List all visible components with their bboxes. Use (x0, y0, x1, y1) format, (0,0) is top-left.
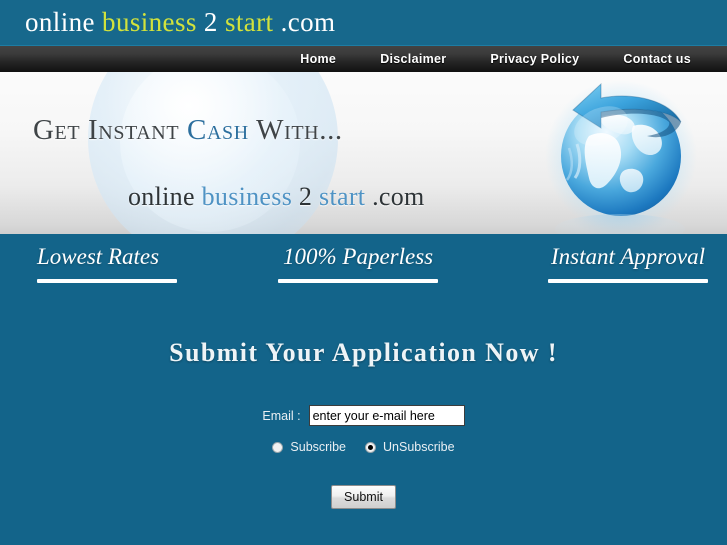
radio-subscribe-label[interactable]: Subscribe (290, 440, 346, 454)
hero-wordmark-start: start (319, 182, 366, 211)
feature-lowest-rates: Lowest Rates (37, 244, 177, 283)
globe-with-arrow-icon (545, 80, 697, 232)
feature-label: Instant Approval (551, 244, 705, 269)
nav-item-contact-us[interactable]: Contact us (623, 52, 691, 66)
hero-banner: Get Instant Cash With... online business… (0, 72, 727, 234)
form-title: Submit Your Application Now ! (169, 338, 558, 367)
site-header: online business 2 start .com (0, 0, 727, 45)
email-row: Email : (0, 405, 727, 426)
radio-unsubscribe-label[interactable]: UnSubscribe (383, 440, 455, 454)
feature-underline (278, 279, 438, 283)
logo-part-start: start (224, 7, 274, 37)
logo-part-com: .com (273, 7, 336, 37)
hero-headline-before: Get Instant (33, 114, 188, 146)
feature-paperless: 100% Paperless (278, 244, 438, 283)
hero-wordmark-two: 2 (292, 182, 320, 211)
email-input[interactable] (308, 405, 465, 426)
feature-label: 100% Paperless (283, 244, 434, 269)
radio-subscribe[interactable] (272, 441, 284, 453)
logo-part-two: 2 (196, 7, 225, 37)
email-label: Email : (262, 408, 301, 423)
hero-headline: Get Instant Cash With... (33, 114, 343, 147)
hero-headline-accent: Cash (187, 114, 249, 146)
radio-unsubscribe[interactable] (365, 441, 376, 453)
nav-item-disclaimer[interactable]: Disclaimer (380, 52, 446, 66)
feature-instant-approval: Instant Approval (548, 244, 708, 283)
subscription-options: Subscribe UnSubscribe (0, 440, 727, 454)
logo-part-online: online (25, 7, 103, 37)
hero-wordmark-business: business (201, 182, 293, 211)
hero-headline-after: With... (248, 114, 343, 146)
nav-item-home[interactable]: Home (300, 52, 336, 66)
submit-button[interactable]: Submit (331, 485, 396, 509)
hero-wordmark-online: online (128, 182, 202, 211)
submit-row: Submit (0, 485, 727, 509)
site-logo[interactable]: online business 2 start .com (25, 5, 335, 39)
feature-underline (37, 279, 177, 283)
feature-underline (548, 279, 708, 283)
application-form-section: Submit Your Application Now ! Email : Su… (0, 306, 727, 509)
logo-part-business: business (102, 7, 197, 37)
feature-strip: Lowest Rates 100% Paperless Instant Appr… (0, 234, 727, 306)
nav-item-privacy-policy[interactable]: Privacy Policy (490, 52, 579, 66)
hero-wordmark-com: .com (365, 182, 425, 211)
feature-label: Lowest Rates (37, 244, 160, 269)
main-navigation: Home Disclaimer Privacy Policy Contact u… (0, 45, 727, 72)
hero-wordmark: online business 2 start .com (128, 182, 425, 212)
globe-graphic (529, 78, 719, 234)
